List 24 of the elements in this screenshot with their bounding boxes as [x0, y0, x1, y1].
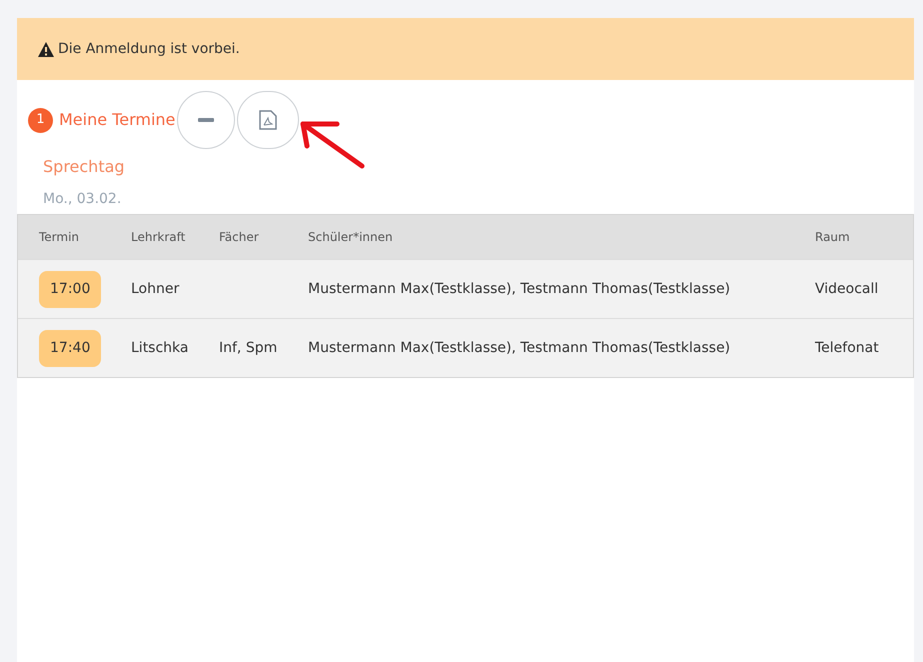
- event-date: Mo., 03.02.: [43, 190, 122, 209]
- table-cell: Mustermann Max(Testklasse), Testmann Thomas(Testklasse): [308, 280, 730, 296]
- warning-icon: [38, 42, 54, 56]
- time-badge: 17:00: [39, 270, 102, 308]
- column-header: Lehrkraft: [131, 229, 186, 246]
- table-cell: Videocall: [815, 280, 878, 296]
- section-title: Meine Termine: [59, 109, 176, 131]
- column-header: Termin: [38, 229, 80, 246]
- column-header: Raum: [815, 229, 851, 246]
- pdf-file-icon: [259, 110, 278, 130]
- time-badge: 17:40: [39, 330, 102, 366]
- event-title: Sprechtag: [43, 156, 126, 178]
- table-cell: Litschka: [131, 340, 188, 356]
- table-cell: Lohner: [131, 280, 180, 296]
- pdf-button[interactable]: [237, 91, 300, 149]
- annotation-arrow: [299, 120, 366, 170]
- alert-text: Die Anmeldung ist vorbei.: [58, 40, 240, 58]
- count-badge: 1: [28, 108, 53, 132]
- column-header: Schüler*innen: [308, 229, 394, 246]
- column-header: Fächer: [219, 229, 260, 246]
- table-cell: Mustermann Max(Testklasse), Testmann Thomas(Testklasse): [308, 340, 730, 356]
- table-cell: Telefonat: [815, 340, 879, 356]
- minus-icon: [198, 118, 214, 122]
- table-cell: Inf, Spm: [219, 340, 278, 356]
